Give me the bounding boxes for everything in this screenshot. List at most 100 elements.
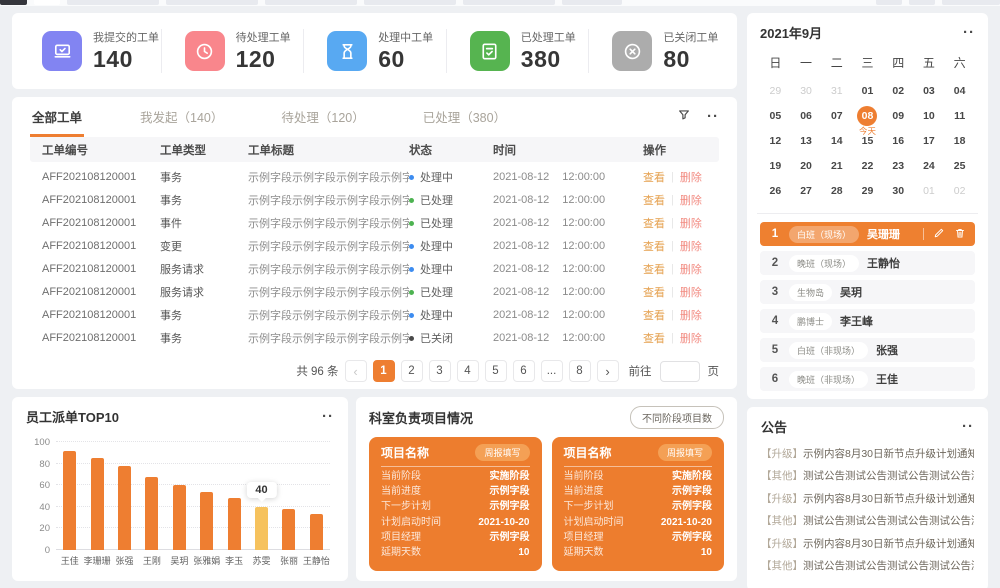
calendar-day[interactable]: 07	[821, 103, 852, 128]
table-row[interactable]: AFF202108120001 事务 示例字段示例字段示例字段示例字段示例字段 …	[30, 169, 719, 185]
page-button-...[interactable]: ...	[541, 360, 563, 382]
page-button-2[interactable]: 2	[401, 360, 423, 382]
view-link[interactable]: 查看	[643, 215, 665, 231]
tab-2[interactable]: 待处理（120）	[279, 97, 366, 137]
duty-row[interactable]: 2 晚班（现场） 王静怡	[760, 251, 975, 275]
calendar-day[interactable]: 29	[760, 78, 791, 103]
table-row[interactable]: AFF202108120001 服务请求 示例字段示例字段示例字段示例字段示例字…	[30, 261, 719, 277]
tab-stub-active[interactable]	[0, 0, 27, 5]
table-row[interactable]: AFF202108120001 变更 示例字段示例字段示例字段示例字段示例字段 …	[30, 238, 719, 254]
calendar-day[interactable]: 25	[944, 153, 975, 178]
calendar-day[interactable]: 21	[821, 153, 852, 178]
delete-link[interactable]: 删除	[680, 169, 702, 185]
calendar-day[interactable]: 01	[852, 78, 883, 103]
bar-张雅娟[interactable]	[193, 442, 220, 550]
more-icon[interactable]: ··	[707, 112, 719, 122]
calendar-day[interactable]: 30	[791, 78, 822, 103]
calendar-day[interactable]: 10	[914, 103, 945, 128]
stage-count-button[interactable]: 不同阶段项目数	[630, 406, 724, 429]
filter-icon[interactable]	[677, 108, 691, 127]
duty-row[interactable]: 6 晚班（非现场） 王佳	[760, 367, 975, 391]
table-row[interactable]: AFF202108120001 事件 示例字段示例字段示例字段示例字段示例字段 …	[30, 215, 719, 231]
calendar-day[interactable]: 18	[944, 128, 975, 153]
delete-link[interactable]: 删除	[680, 284, 702, 300]
tab-stub[interactable]	[942, 0, 1000, 5]
calendar-day[interactable]: 06	[791, 103, 822, 128]
bar-王静怡[interactable]	[303, 442, 330, 550]
tab-1[interactable]: 我发起（140）	[138, 97, 225, 137]
notice-item[interactable]: 【其他】测试公告测试公告测试公告测试公告测试公告	[761, 558, 974, 573]
calendar-day[interactable]: 23	[883, 153, 914, 178]
calendar-day[interactable]: 20	[791, 153, 822, 178]
tab-3[interactable]: 已处理（380）	[421, 97, 508, 137]
notice-item[interactable]: 【其他】测试公告测试公告测试公告测试公告测试公告	[761, 513, 974, 528]
calendar-day[interactable]: 03	[914, 78, 945, 103]
calendar-day[interactable]: 31	[821, 78, 852, 103]
duty-row[interactable]: 5 白班（非现场） 张强	[760, 338, 975, 362]
bar-张丽[interactable]	[275, 442, 302, 550]
page-button-5[interactable]: 5	[485, 360, 507, 382]
calendar-day[interactable]: 14	[821, 128, 852, 153]
edit-icon[interactable]	[933, 227, 945, 242]
calendar-day[interactable]: 11	[944, 103, 975, 128]
tab-0[interactable]: 全部工单	[30, 97, 84, 137]
tab-stub[interactable]	[463, 0, 555, 5]
notice-item[interactable]: 【升级】示例内容8月30日新节点升级计划通知	[761, 491, 974, 506]
prev-page-button[interactable]: ‹	[345, 360, 367, 382]
calendar-day[interactable]: 24	[914, 153, 945, 178]
delete-link[interactable]: 删除	[680, 261, 702, 277]
bar-王佳[interactable]	[56, 442, 83, 550]
project-card[interactable]: 项目名称 周报填写 当前阶段实施阶段当前进度示例字段下一步计划示例字段计划启动时…	[369, 437, 542, 571]
calendar-day[interactable]: 09	[883, 103, 914, 128]
notice-item[interactable]: 【其他】测试公告测试公告测试公告测试公告测试公告	[761, 468, 974, 483]
page-button-8[interactable]: 8	[569, 360, 591, 382]
duty-row[interactable]: 3 生物岛 吴玥	[760, 280, 975, 304]
notice-item[interactable]: 【升级】示例内容8月30日新节点升级计划通知	[761, 446, 974, 461]
calendar-day[interactable]: 12	[760, 128, 791, 153]
delete-link[interactable]: 删除	[680, 330, 702, 346]
calendar-day[interactable]: 16	[883, 128, 914, 153]
calendar-day[interactable]: 22	[852, 153, 883, 178]
calendar-day[interactable]: 02	[944, 178, 975, 203]
calendar-day[interactable]: 30	[883, 178, 914, 203]
calendar-day[interactable]: 29	[852, 178, 883, 203]
delete-link[interactable]: 删除	[680, 307, 702, 323]
bar-李珊珊[interactable]	[83, 442, 110, 550]
view-link[interactable]: 查看	[643, 261, 665, 277]
trash-icon[interactable]	[954, 227, 966, 242]
calendar-day[interactable]: 13	[791, 128, 822, 153]
table-row[interactable]: AFF202108120001 服务请求 示例字段示例字段示例字段示例字段示例字…	[30, 284, 719, 300]
table-row[interactable]: AFF202108120001 事务 示例字段示例字段示例字段示例字段示例字段 …	[30, 307, 719, 323]
calendar-day[interactable]: 01	[914, 178, 945, 203]
delete-link[interactable]: 删除	[680, 192, 702, 208]
tab-stub[interactable]	[909, 0, 935, 5]
calendar-day[interactable]: 04	[944, 78, 975, 103]
calendar-day[interactable]: 17	[914, 128, 945, 153]
table-row[interactable]: AFF202108120001 事务 示例字段示例字段示例字段示例字段示例字段 …	[30, 192, 719, 208]
calendar-day[interactable]: 08今天	[852, 103, 883, 128]
calendar-day[interactable]: 02	[883, 78, 914, 103]
duty-row[interactable]: 1 白班（现场） 吴珊珊	[760, 222, 975, 246]
project-card[interactable]: 项目名称 周报填写 当前阶段实施阶段当前进度示例字段下一步计划示例字段计划启动时…	[552, 437, 725, 571]
view-link[interactable]: 查看	[643, 307, 665, 323]
calendar-day[interactable]: 27	[791, 178, 822, 203]
delete-link[interactable]: 删除	[680, 215, 702, 231]
tab-stub[interactable]	[166, 0, 258, 5]
tab-stub[interactable]	[34, 0, 60, 5]
calendar-day[interactable]: 28	[821, 178, 852, 203]
page-button-3[interactable]: 3	[429, 360, 451, 382]
notice-item[interactable]: 【升级】示例内容8月30日新节点升级计划通知	[761, 536, 974, 551]
more-icon[interactable]: ··	[962, 422, 974, 432]
page-button-4[interactable]: 4	[457, 360, 479, 382]
goto-page-input[interactable]	[660, 361, 700, 382]
table-row[interactable]: AFF202108120001 事务 示例字段示例字段示例字段示例字段示例字段 …	[30, 330, 719, 346]
calendar-day[interactable]: 15	[852, 128, 883, 153]
bar-苏雯[interactable]: 40	[248, 442, 275, 550]
page-button-6[interactable]: 6	[513, 360, 535, 382]
tab-stub[interactable]	[876, 0, 902, 5]
view-link[interactable]: 查看	[643, 238, 665, 254]
delete-link[interactable]: 删除	[680, 238, 702, 254]
next-page-button[interactable]: ›	[597, 360, 619, 382]
more-icon[interactable]: ··	[963, 28, 975, 38]
bar-张强[interactable]	[111, 442, 138, 550]
